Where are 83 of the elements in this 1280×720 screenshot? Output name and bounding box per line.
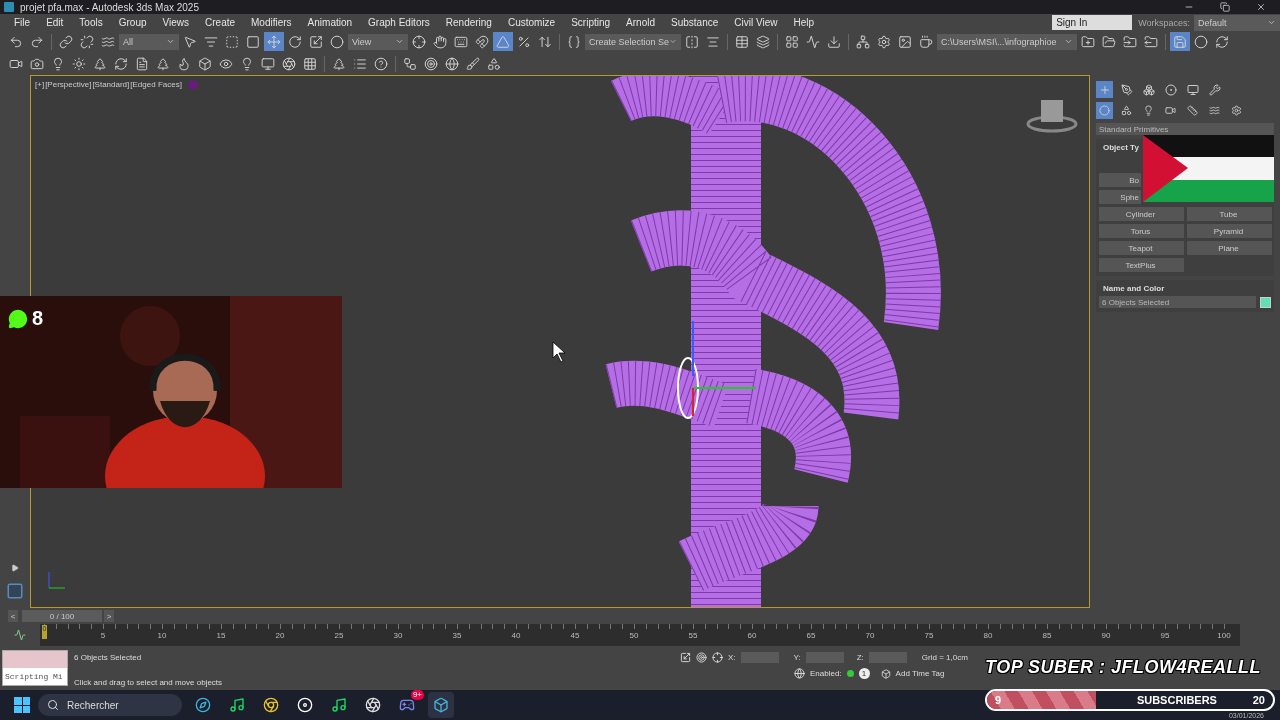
- add-time-tag-link[interactable]: Add Time Tag: [895, 669, 945, 678]
- frame-label: 30: [393, 631, 403, 640]
- primitive-button[interactable]: Tube: [1187, 207, 1272, 221]
- primitive-button[interactable]: Sphe: [1099, 190, 1141, 204]
- frame-label: 65: [806, 631, 816, 640]
- menu-item[interactable]: Arnold: [618, 17, 663, 28]
- menu-item[interactable]: Scripting: [563, 17, 619, 28]
- primitive-button[interactable]: Teapot: [1099, 241, 1184, 255]
- viewport-label[interactable]: [Edged Faces]: [130, 80, 182, 89]
- viewer-count: 8: [32, 307, 44, 330]
- frame-label: 20: [275, 631, 285, 640]
- frame-label: 80: [983, 631, 993, 640]
- frame-label: 85: [1042, 631, 1052, 640]
- time-slider[interactable]: < 0 / 100 >: [8, 610, 1238, 622]
- menu-item[interactable]: Views: [154, 17, 197, 28]
- dropdown-field[interactable]: Create Selection Se: [585, 33, 681, 50]
- enabled-label: Enabled:: [810, 669, 842, 678]
- frame-label: 100: [1217, 631, 1231, 640]
- subscriber-label: SUBSCRIBERS: [1136, 694, 1217, 706]
- time-slider-thumb[interactable]: 0 / 100: [22, 610, 102, 622]
- menu-item[interactable]: Help: [785, 17, 822, 28]
- name-field[interactable]: 6 Objects Selected: [1099, 296, 1256, 308]
- frame-label: 10: [157, 631, 167, 640]
- dropdown-field[interactable]: View: [348, 33, 408, 50]
- frame-label: 15: [216, 631, 226, 640]
- script-field[interactable]: Scripting Mi: [3, 668, 67, 685]
- subscriber-goal: 20: [1252, 694, 1265, 706]
- frame-label: 70: [865, 631, 875, 640]
- search-field[interactable]: Rechercher: [65, 698, 155, 712]
- notification-badge: 9+: [410, 690, 424, 700]
- primitive-button[interactable]: Cylinder: [1099, 207, 1184, 221]
- prompt-text: Click and drag to select and move objects: [74, 678, 224, 687]
- layer-badge: 1: [858, 668, 870, 679]
- menu-item[interactable]: Modifiers: [243, 17, 300, 28]
- category-dropdown[interactable]: Standard Primitives: [1096, 123, 1274, 135]
- primitive-button[interactable]: TextPlus: [1099, 258, 1184, 272]
- menu-item[interactable]: Animation: [299, 17, 361, 28]
- workspace-dropdown[interactable]: Default: [1194, 14, 1280, 31]
- dropdown-field[interactable]: C:\Users\MSI\...\infographioe: [937, 33, 1077, 50]
- y-label: Y:: [793, 653, 801, 662]
- menu-item[interactable]: Tools: [71, 17, 111, 28]
- menu-item[interactable]: Substance: [663, 17, 727, 28]
- frame-label: 45: [570, 631, 580, 640]
- z-label: Z:: [856, 653, 864, 662]
- primitive-button[interactable]: Pyramid: [1187, 224, 1272, 238]
- menu-item[interactable]: Rendering: [437, 17, 500, 28]
- frame-label: 95: [1160, 631, 1170, 640]
- search-bar[interactable]: Rechercher: [38, 694, 182, 716]
- rollout-title[interactable]: Name and Color: [1099, 284, 1165, 293]
- frame-label: 25: [334, 631, 344, 640]
- menu-item[interactable]: File: [6, 17, 39, 28]
- next-frame-button[interactable]: >: [104, 610, 114, 622]
- viewport-label[interactable]: [+]: [35, 80, 45, 89]
- frame-label: 50: [629, 631, 639, 640]
- frame-label: 35: [452, 631, 462, 640]
- window-title: projet pfa.max - Autodesk 3ds Max 2025: [20, 1, 200, 13]
- workspaces-label: Workspaces:: [1138, 17, 1190, 28]
- grid-text: Grid = 1,0cm: [921, 653, 968, 662]
- dropdown-field[interactable]: All: [119, 33, 179, 50]
- menu-item[interactable]: Group: [110, 17, 155, 28]
- menu-item[interactable]: Create: [197, 17, 244, 28]
- x-label: X:: [728, 653, 736, 662]
- frame-label: 60: [747, 631, 757, 640]
- menu-item[interactable]: Civil View: [726, 17, 786, 28]
- menu-item[interactable]: Edit: [38, 17, 72, 28]
- rollout-title[interactable]: Object Ty: [1099, 143, 1139, 152]
- viewport-label[interactable]: [Perspective]: [45, 80, 92, 89]
- selection-status: 6 Objects Selected: [74, 653, 143, 662]
- subscriber-count: 9: [995, 694, 1002, 706]
- viewport-label[interactable]: [Standard]: [92, 80, 130, 89]
- previous-frame-button[interactable]: <: [8, 610, 18, 622]
- frame-label: 55: [688, 631, 698, 640]
- frame-label: 5: [100, 631, 106, 640]
- menu-item[interactable]: Customize: [499, 17, 564, 28]
- sign-in-button[interactable]: Sign In: [1052, 15, 1133, 30]
- frame-label: 75: [924, 631, 934, 640]
- banner-text: TOP SUBER : JFLOW4REALLL: [985, 657, 1261, 678]
- frame-label: 40: [511, 631, 521, 640]
- frame-label: 90: [1101, 631, 1111, 640]
- primitive-button[interactable]: Bo: [1099, 173, 1141, 187]
- primitive-button[interactable]: Torus: [1099, 224, 1184, 238]
- menu-item[interactable]: Graph Editors: [360, 17, 438, 28]
- primitive-button[interactable]: Plane: [1187, 241, 1272, 255]
